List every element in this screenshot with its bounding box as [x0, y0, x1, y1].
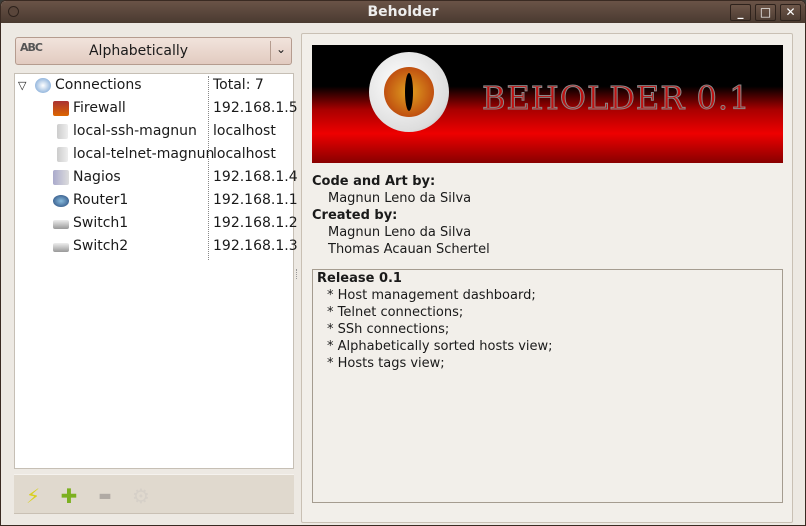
minimize-button[interactable]: _ [730, 4, 751, 21]
created-by-label: Created by: [312, 208, 398, 223]
tree-row-host[interactable]: Switch2 192.168.1.3 [15, 235, 298, 258]
tree-row-host[interactable]: Switch1 192.168.1.2 [15, 212, 298, 235]
switch-icon [53, 220, 69, 229]
server-icon [57, 124, 68, 139]
host-address: 192.168.1.2 [213, 215, 298, 231]
root-total: Total: 7 [213, 77, 264, 93]
maximize-button[interactable]: □ [755, 4, 776, 21]
server-icon [57, 147, 68, 162]
host-name: Switch1 [73, 215, 129, 231]
globe-icon [35, 78, 51, 93]
root-name: Connections [55, 77, 142, 93]
host-name: local-ssh-magnun [73, 123, 197, 139]
monitor-server-icon [53, 170, 69, 185]
tree-row-host[interactable]: Firewall 192.168.1.5 [15, 97, 298, 120]
host-address: 192.168.1.3 [213, 238, 298, 254]
expander-triangle-icon[interactable]: ▽ [18, 74, 26, 97]
release-note-item: * Telnet connections; [327, 305, 464, 320]
host-name: local-telnet-magnun [73, 146, 215, 162]
release-note-item: * Hosts tags view; [327, 356, 445, 371]
combo-separator [270, 41, 271, 61]
add-host-plus-icon[interactable]: ✚ [58, 485, 80, 507]
release-note-item: * SSh connections; [327, 322, 450, 337]
app-window: Beholder _ □ ✕ ABC Alphabetically ⌄ ▽ Co… [0, 0, 806, 526]
code-art-label: Code and Art by: [312, 174, 436, 189]
window-title: Beholder [367, 4, 439, 20]
hosts-tree[interactable]: ▽ Connections Total: 7 Firewall 192.168.1… [14, 73, 298, 469]
sort-combo-value: Alphabetically [88, 43, 189, 59]
switch-icon [53, 243, 69, 252]
creator: Magnun Leno da Silva [328, 225, 472, 240]
release-notes-title: Release 0.1 [317, 271, 402, 286]
host-address: localhost [213, 123, 276, 139]
release-note-item: * Host management dashboard; [327, 288, 536, 303]
tree-row-host[interactable]: local-telnet-magnun localhost [15, 143, 293, 166]
hosts-toolbar: ⚡ ✚ ▬ ⚙ [14, 474, 294, 514]
settings-gear-icon[interactable]: ⚙ [130, 485, 152, 507]
beholder-banner-image: BEHOLDER 0.1 [312, 45, 783, 163]
sort-combo[interactable]: ABC Alphabetically ⌄ [15, 37, 292, 65]
release-notes-textview[interactable]: Release 0.1 * Host management dashboard;… [312, 269, 783, 503]
host-address: localhost [213, 146, 276, 162]
tree-row-host[interactable]: Router1 192.168.1.1 [15, 189, 298, 212]
close-button[interactable]: ✕ [780, 4, 801, 21]
host-name: Router1 [73, 192, 129, 208]
host-address: 192.168.1.5 [213, 100, 298, 116]
banner-title: BEHOLDER 0.1 [481, 79, 751, 118]
title-bar: Beholder _ □ ✕ [1, 1, 805, 23]
tree-root-connections[interactable]: ▽ Connections Total: 7 [15, 74, 293, 97]
chevron-down-icon: ⌄ [275, 42, 286, 56]
router-icon [53, 195, 69, 207]
window-menu-button[interactable] [8, 6, 19, 17]
host-name: Nagios [73, 169, 121, 185]
host-name: Switch2 [73, 238, 129, 254]
tree-row-host[interactable]: Nagios 192.168.1.4 [15, 166, 298, 189]
firewall-icon [53, 101, 69, 116]
creator: Thomas Acauan Schertel [328, 242, 490, 257]
code-art-author: Magnun Leno da Silva [328, 191, 472, 206]
release-note-item: * Alphabetically sorted hosts view; [327, 339, 553, 354]
host-address: 192.168.1.1 [213, 192, 298, 208]
tree-row-host[interactable]: local-ssh-magnun localhost [15, 120, 293, 143]
connect-lightning-icon[interactable]: ⚡ [22, 485, 44, 507]
about-panel: BEHOLDER 0.1 Code and Art by: Magnun Len… [301, 33, 793, 523]
pane-resize-handle[interactable] [296, 269, 298, 279]
remove-host-minus-icon[interactable]: ▬ [94, 485, 116, 507]
host-address: 192.168.1.4 [213, 169, 298, 185]
eye-logo [369, 52, 449, 132]
host-name: Firewall [73, 100, 126, 116]
